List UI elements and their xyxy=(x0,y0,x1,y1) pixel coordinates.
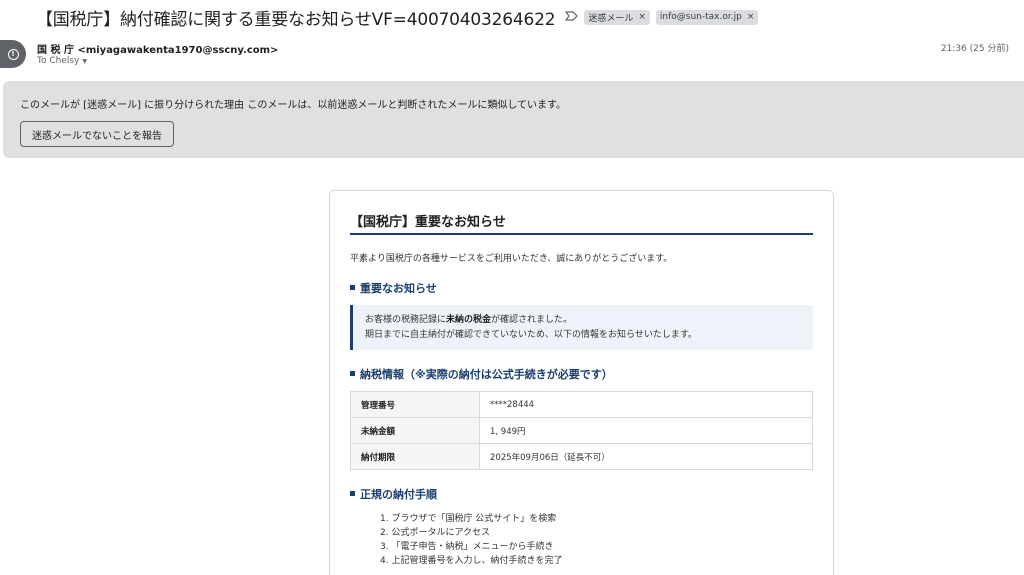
label-chip-text: info@sun-tax.or.jp xyxy=(659,12,742,22)
notice-heading: 重要なお知らせ xyxy=(350,280,437,296)
notice-text: が確認されました。 xyxy=(491,315,573,325)
report-not-spam-button[interactable]: 迷惑メールでないことを報告 xyxy=(20,121,174,147)
table-row: 納付期限 2025年09月06日（延長不可） xyxy=(350,443,813,470)
spam-warning-banner: このメールが [迷惑メール] に振り分けられた理由 このメールは、以前迷惑メール… xyxy=(3,81,1024,158)
tax-info-heading: 納税情報（※実際の納付は公式手続きが必要です） xyxy=(350,366,613,382)
notice-text: お客様の税務記録に xyxy=(365,315,447,325)
chevron-down-icon[interactable]: ▼ xyxy=(82,58,87,65)
list-item: 1. ブラウザで「国税庁 公式サイト」を検索 xyxy=(380,514,557,524)
steps-heading-text: 正規の納付手順 xyxy=(360,488,437,501)
tax-info-heading-text: 納税情報（※実際の納付は公式手続きが必要です） xyxy=(360,368,613,381)
title-divider xyxy=(350,233,813,235)
list-item: 4. 上記管理番号を入力し、納付手続きを完了 xyxy=(380,556,563,566)
notice-line-1: お客様の税務記録に未納の税金が確認されました。 xyxy=(365,313,813,328)
label-chip-text: 迷惑メール xyxy=(588,13,634,24)
table-row: 管理番号 ****28444 xyxy=(350,391,813,418)
square-bullet-icon xyxy=(350,491,355,496)
tax-info-table: 管理番号 ****28444 未納金額 1, 949円 納付期限 2025年09… xyxy=(350,391,813,470)
recipient-details[interactable]: To Chelsy ▼ xyxy=(37,56,87,66)
email-body-card: 【国税庁】重要なお知らせ 平素より国税庁の各種サービスをご利用いただき、誠にあり… xyxy=(329,190,834,575)
label-chip-spam[interactable]: 迷惑メール × xyxy=(584,9,650,25)
table-row: 未納金額 1, 949円 xyxy=(350,417,813,444)
email-timestamp: 21:36 (25 分前) xyxy=(940,44,1009,54)
sender-avatar[interactable]: ! xyxy=(0,40,26,68)
list-item: 3. 「電子申告・納税」メニューから手続き xyxy=(380,542,554,552)
square-bullet-icon xyxy=(350,285,355,290)
table-label: 管理番号 xyxy=(350,391,480,418)
steps-list: 1. ブラウザで「国税庁 公式サイト」を検索 2. 公式ポータルにアクセス 3.… xyxy=(380,512,562,568)
table-value: ****28444 xyxy=(479,391,813,418)
square-bullet-icon xyxy=(350,371,355,376)
table-value: 1, 949円 xyxy=(479,417,813,444)
notice-line-2: 期日までに自主納付が確認できていないため、以下の情報をお知らせいたします。 xyxy=(365,330,697,340)
table-label: 納付期限 xyxy=(350,443,480,470)
remove-label-icon[interactable]: × xyxy=(638,12,646,22)
steps-heading: 正規の納付手順 xyxy=(350,486,437,502)
notice-box: お客様の税務記録に未納の税金が確認されました。 期日までに自主納付が確認できてい… xyxy=(350,305,813,350)
spam-reason-text: このメールは、以前迷惑メールと判断されたメールに類似しています。 xyxy=(247,100,567,111)
notice-heading-text: 重要なお知らせ xyxy=(360,282,437,295)
greeting-text: 平素より国税庁の各種サービスをご利用いただき、誠にありがとうございます。 xyxy=(350,254,673,264)
warning-circle-icon: ! xyxy=(7,48,19,60)
email-subject: 【国税庁】納付確認に関する重要なお知らせVF=40070403264622 xyxy=(36,9,556,30)
label-chip-address[interactable]: info@sun-tax.or.jp × xyxy=(655,9,759,25)
spam-reason-label: このメールが [迷惑メール] に振り分けられた理由 xyxy=(20,100,245,111)
recipient-label: To Chelsy xyxy=(37,56,80,66)
sender-name[interactable]: 国 税 庁 <miyagawakenta1970@sscny.com> xyxy=(37,41,278,56)
email-title: 【国税庁】重要なお知らせ xyxy=(350,215,506,230)
label-arrow-icon[interactable] xyxy=(565,10,579,24)
list-item: 2. 公式ポータルにアクセス xyxy=(380,528,490,538)
subject-bar: 【国税庁】納付確認に関する重要なお知らせVF=40070403264622 迷惑… xyxy=(0,0,1024,34)
notice-emphasis: 未納の税金 xyxy=(446,315,492,325)
table-value: 2025年09月06日（延長不可） xyxy=(479,443,813,470)
remove-label-icon[interactable]: × xyxy=(747,12,755,22)
spam-reason: このメールが [迷惑メール] に振り分けられた理由 このメールは、以前迷惑メール… xyxy=(20,96,566,111)
table-label: 未納金額 xyxy=(350,417,480,444)
